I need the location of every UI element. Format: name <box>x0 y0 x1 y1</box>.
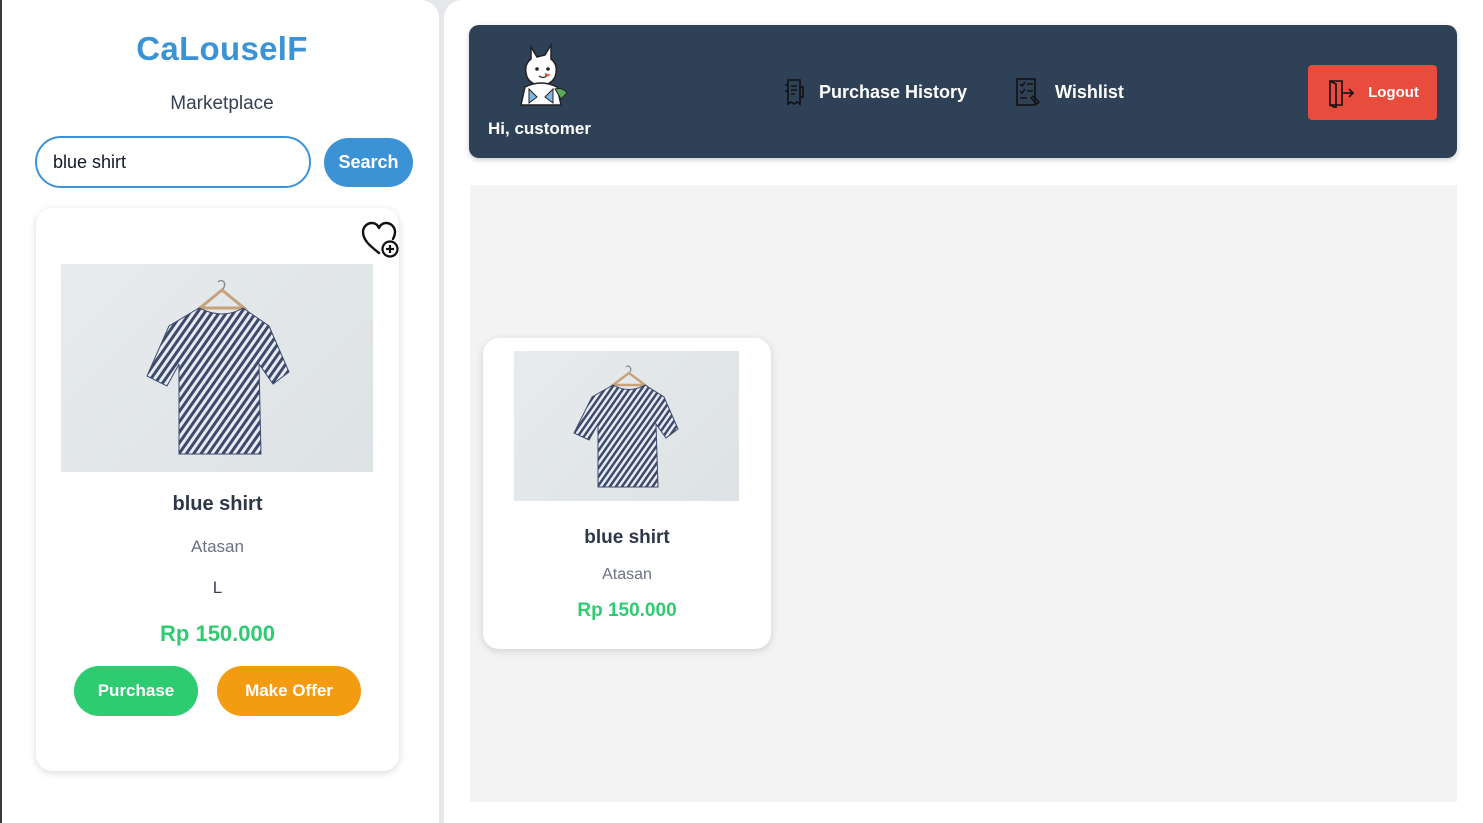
nav-purchase-history-label: Purchase History <box>819 81 968 102</box>
product-card[interactable]: blue shirt Atasan Rp 150.000 <box>483 338 771 649</box>
list-icon <box>1016 78 1040 106</box>
door-exit-icon <box>1329 79 1355 108</box>
mascot-avatar <box>511 42 571 107</box>
logout-button[interactable]: Logout <box>1308 65 1437 120</box>
selected-item-card: blue shirt Atasan L Rp 150.000 Purchase … <box>36 208 399 771</box>
make-offer-button[interactable]: Make Offer <box>217 666 361 716</box>
purchase-button[interactable]: Purchase <box>74 666 198 716</box>
logout-label: Logout <box>1368 84 1419 101</box>
main-panel: Hi, customer Purchase History Wishlist L… <box>444 0 1483 823</box>
greeting-text: Hi, customer <box>488 119 591 138</box>
product-card-image <box>514 351 739 501</box>
search-input[interactable] <box>35 136 311 188</box>
nav-purchase-history[interactable]: Purchase History <box>781 75 967 109</box>
brand-title: CaLouselF <box>136 30 308 67</box>
top-navbar: Hi, customer Purchase History Wishlist L… <box>469 25 1457 158</box>
product-card-name: blue shirt <box>584 527 670 548</box>
product-card-category: Atasan <box>602 566 652 583</box>
sidebar: CaLouselF Marketplace Search <box>2 0 439 823</box>
product-card-price: Rp 150.000 <box>577 600 677 621</box>
product-grid: blue shirt Atasan Rp 150.000 <box>470 185 1457 802</box>
selected-item-price: Rp 150.000 <box>160 621 275 646</box>
product-image <box>61 264 373 472</box>
search-button[interactable]: Search <box>324 138 413 187</box>
selected-item-name: blue shirt <box>172 493 263 515</box>
heart-plus-icon[interactable] <box>360 220 402 262</box>
nav-wishlist-label: Wishlist <box>1055 81 1124 102</box>
receipt-icon <box>785 79 804 106</box>
brand-subtitle: Marketplace <box>170 93 274 114</box>
selected-item-size: L <box>212 578 223 597</box>
nav-wishlist[interactable]: Wishlist <box>1013 75 1124 109</box>
selected-item-category: Atasan <box>191 537 244 556</box>
